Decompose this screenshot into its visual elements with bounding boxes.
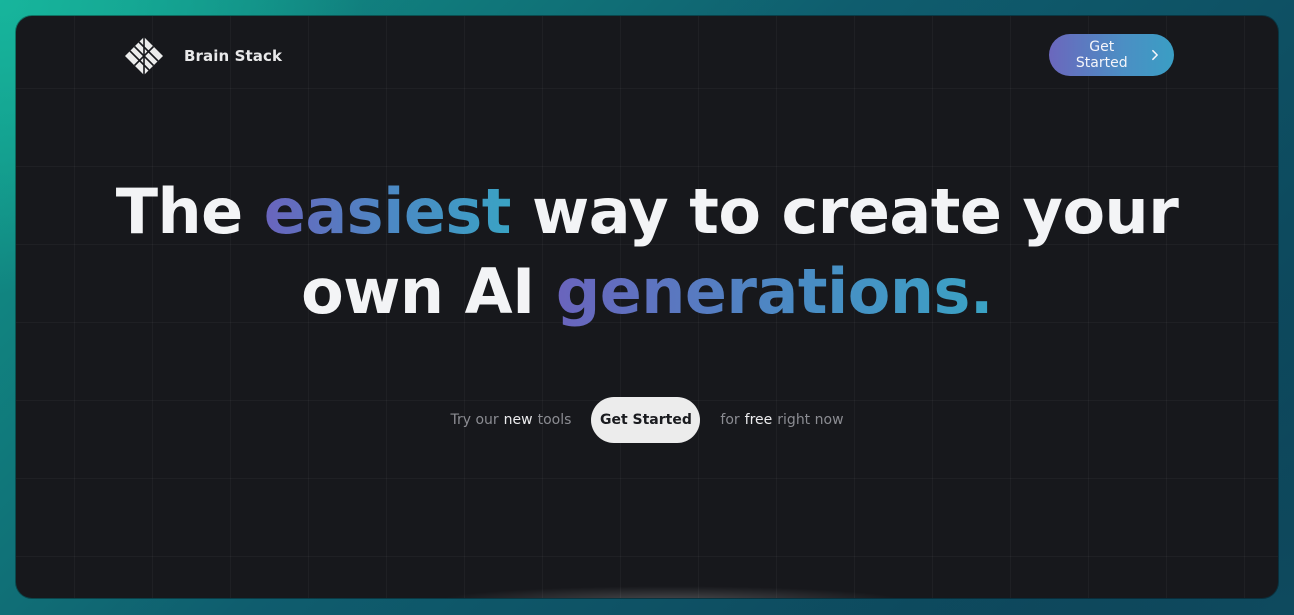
main-get-started-button[interactable]: Get Started [591, 397, 701, 443]
cta-right-text-2: right now [777, 412, 844, 428]
brand-name: Brain Stack [184, 47, 283, 65]
headline-text: The [115, 175, 243, 248]
headline-highlight: generations. [555, 255, 994, 328]
chevron-right-icon [1152, 49, 1159, 61]
cta-right-text: for free right now [720, 412, 843, 428]
headline-text: own AI [301, 255, 535, 328]
cta-right-text-1: for [720, 412, 740, 428]
cta-left-text-1: Try our [450, 412, 499, 428]
cta-left-text-bold: new [503, 412, 533, 428]
hero-panel: Brain Stack Get Started The easiest way … [16, 16, 1278, 598]
headline-highlight: easiest [263, 175, 512, 248]
cta-right-text-bold: free [744, 412, 773, 428]
diamond-grid-icon [125, 37, 163, 75]
nav-get-started-button[interactable]: Get Started [1049, 34, 1174, 76]
bottom-glow [436, 586, 906, 598]
hero-headline: The easiest way to create your own AI ge… [16, 172, 1278, 332]
cta-row: Try our new tools Get Started for free r… [16, 397, 1278, 443]
cta-left-text-2: tools [537, 412, 572, 428]
headline-text: way to create your [532, 175, 1179, 248]
cta-left-text: Try our new tools [450, 412, 571, 428]
brand-logo[interactable]: Brain Stack [124, 36, 282, 76]
nav-get-started-label: Get Started [1075, 39, 1128, 71]
